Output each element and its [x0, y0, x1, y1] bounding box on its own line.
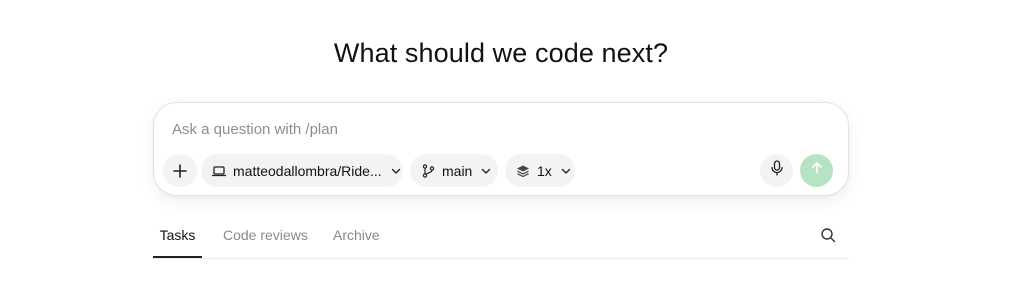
tab-label: Archive: [333, 227, 380, 243]
repository-selector[interactable]: matteodallombra/Ride...: [201, 154, 403, 187]
active-tab-indicator: [153, 256, 202, 258]
page-title: What should we code next?: [333, 38, 669, 68]
arrow-up-icon: [810, 161, 824, 180]
prompt-composer: matteodallombra/Ride... main 1x: [153, 102, 849, 196]
laptop-icon: [212, 164, 226, 178]
version-count-label: 1x: [537, 162, 552, 179]
branch-selector[interactable]: main: [410, 154, 498, 187]
chevron-down-icon: [390, 165, 402, 177]
git-branch-icon: [422, 163, 435, 178]
add-button[interactable]: [163, 154, 197, 187]
layers-icon: [516, 164, 530, 178]
send-button[interactable]: [800, 154, 833, 187]
task-tabs: Tasks Code reviews Archive: [153, 218, 849, 259]
chevron-down-icon: [560, 165, 572, 177]
tab-label: Code reviews: [223, 227, 308, 243]
search-icon: [820, 227, 836, 248]
tab-tasks[interactable]: Tasks: [153, 218, 202, 258]
branch-label: main: [442, 162, 473, 179]
tab-archive[interactable]: Archive: [333, 218, 380, 257]
plus-icon: [172, 163, 188, 179]
tab-label: Tasks: [159, 227, 196, 243]
chevron-down-icon: [480, 165, 492, 177]
version-count-selector[interactable]: 1x: [505, 154, 575, 187]
microphone-icon: [770, 160, 784, 181]
search-button[interactable]: [818, 227, 838, 247]
tab-code-reviews[interactable]: Code reviews: [223, 218, 308, 257]
dictation-button[interactable]: [760, 154, 793, 187]
prompt-input[interactable]: [172, 118, 732, 140]
repository-label: matteodallombra/Ride...: [233, 162, 382, 179]
